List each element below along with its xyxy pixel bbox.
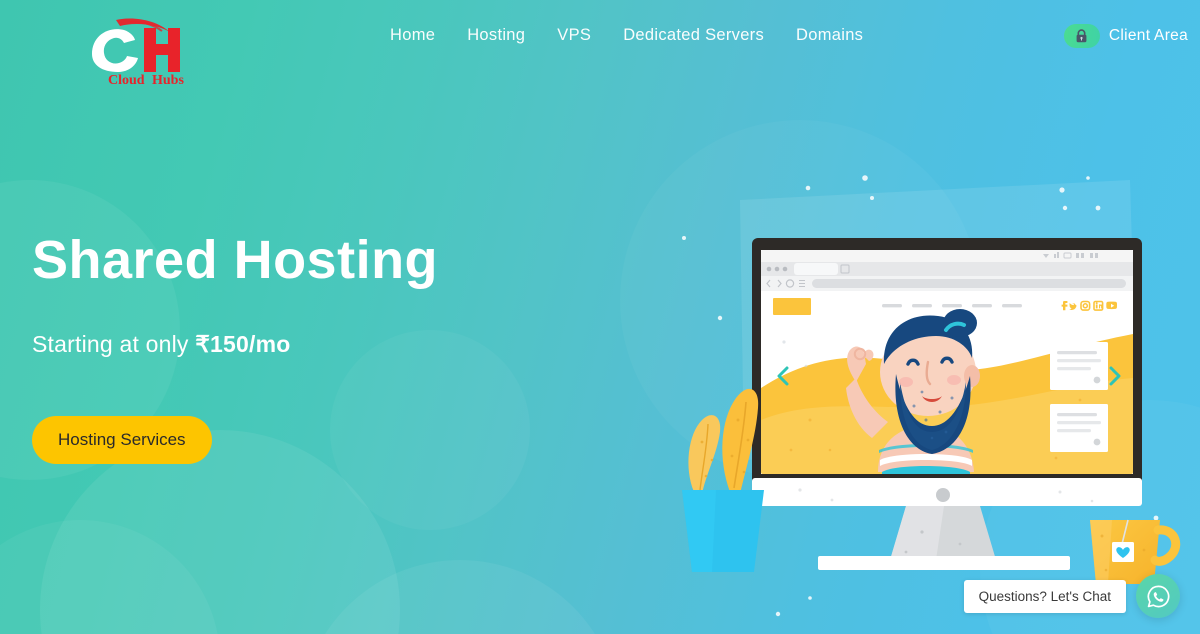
desktop-monitor-illustration <box>660 120 1200 634</box>
whatsapp-chat-button[interactable] <box>1136 574 1180 618</box>
hero-page: Cloud Hubs Home Hosting VPS Dedicated Se… <box>0 0 1200 634</box>
desk-surface <box>818 556 1070 570</box>
browser-url-bar[interactable] <box>812 279 1126 288</box>
monitor-stand-highlight <box>890 506 944 560</box>
hero-price: ₹150/mo <box>195 331 291 358</box>
hosting-services-button[interactable]: Hosting Services <box>32 416 212 465</box>
nav-item-domains[interactable]: Domains <box>796 26 863 45</box>
background-blob <box>0 520 220 634</box>
background-blob <box>300 560 620 634</box>
nav-item-home[interactable]: Home <box>390 26 435 45</box>
chat-tooltip[interactable]: Questions? Let's Chat <box>963 579 1126 613</box>
logo-mark-icon: Cloud Hubs <box>92 18 184 88</box>
client-area-pill <box>1063 24 1100 48</box>
client-area-button[interactable]: Client Area <box>1063 24 1188 48</box>
nav-item-vps[interactable]: VPS <box>557 26 591 45</box>
browser-dot <box>774 266 780 272</box>
site-mock-logo <box>773 298 811 315</box>
cloud-hubs-logo[interactable]: Cloud Hubs <box>86 12 190 88</box>
site-header: Cloud Hubs Home Hosting VPS Dedicated Se… <box>0 0 1200 95</box>
content-card <box>1050 404 1108 452</box>
page-title: Shared Hosting <box>32 230 439 290</box>
hero-subtitle-prefix: Starting at only <box>32 331 196 358</box>
svg-text:Hubs: Hubs <box>152 73 184 86</box>
main-navigation: Home Hosting VPS Dedicated Servers Domai… <box>390 26 863 45</box>
browser-tab[interactable] <box>794 263 838 275</box>
whatsapp-icon <box>1147 585 1169 607</box>
content-card <box>1050 342 1108 390</box>
hero-subtitle: Starting at only ₹150/mo <box>32 331 438 358</box>
browser-dot <box>766 266 772 272</box>
chat-widget: Questions? Let's Chat <box>963 574 1180 618</box>
potted-plant <box>682 388 764 572</box>
svg-text:Cloud: Cloud <box>108 73 145 86</box>
hero-content: Shared Hosting Starting at only ₹150/mo … <box>32 230 439 465</box>
nav-item-dedicated-servers[interactable]: Dedicated Servers <box>623 26 764 45</box>
browser-dot <box>782 266 788 272</box>
lock-icon <box>1076 29 1087 43</box>
client-area-label: Client Area <box>1108 27 1188 44</box>
monitor-power-button[interactable] <box>936 488 950 502</box>
nav-item-hosting[interactable]: Hosting <box>467 26 525 45</box>
